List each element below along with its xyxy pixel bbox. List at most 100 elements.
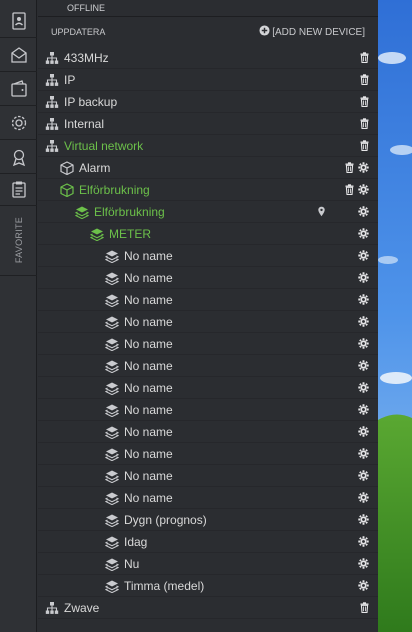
gear-icon[interactable] (358, 382, 369, 393)
gear-icon[interactable] (358, 470, 369, 481)
icon-rail: FAVORITE (0, 0, 37, 632)
tree-row[interactable]: Dygn (prognos) (38, 509, 378, 531)
tree-row[interactable]: No name (38, 311, 378, 333)
tree-row[interactable]: No name (38, 465, 378, 487)
layers-icon (105, 337, 119, 351)
mail-icon[interactable] (0, 38, 37, 72)
tree-row-label: Zwave (64, 601, 100, 615)
tree-row[interactable]: No name (38, 487, 378, 509)
tree-row-label: No name (124, 425, 173, 439)
gear-icon[interactable] (358, 250, 369, 261)
background-landscape (378, 0, 412, 632)
gear-icon[interactable] (358, 206, 369, 217)
tree-row[interactable]: No name (38, 399, 378, 421)
gear-icon[interactable] (358, 294, 369, 305)
contacts-icon[interactable] (0, 4, 37, 38)
trash-icon[interactable] (344, 184, 355, 195)
tree-row-label: IP (64, 73, 76, 87)
tree-row-label: 433MHz (64, 51, 109, 65)
tree-row[interactable]: METER (38, 223, 378, 245)
tree-row[interactable]: No name (38, 267, 378, 289)
add-device-button[interactable]: [ADD NEW DEVICE] (259, 25, 365, 39)
network-icon (45, 117, 59, 131)
tree-row-label: No name (124, 315, 173, 329)
tree-row[interactable]: IP backup (38, 91, 378, 113)
layers-icon (105, 491, 119, 505)
layers-icon (105, 425, 119, 439)
gear-icon[interactable] (358, 338, 369, 349)
trash-icon[interactable] (359, 140, 370, 151)
tree-row[interactable]: Alarm (38, 157, 378, 179)
layers-icon (105, 359, 119, 373)
tree-row-label: IP backup (64, 95, 118, 109)
tree-row[interactable]: No name (38, 443, 378, 465)
tree-row[interactable]: Virtual network (38, 135, 378, 157)
network-icon (45, 51, 59, 65)
tree-row[interactable]: 433MHz (38, 47, 378, 69)
tree-row-label: No name (124, 469, 173, 483)
layers-icon (105, 513, 119, 527)
favorite-tab[interactable]: FAVORITE (0, 204, 37, 276)
tree-row-label: No name (124, 293, 173, 307)
trash-icon[interactable] (359, 118, 370, 129)
trash-icon[interactable] (359, 602, 370, 613)
layers-icon (105, 315, 119, 329)
tree-row[interactable]: No name (38, 355, 378, 377)
gear-icon[interactable] (358, 272, 369, 283)
tree-row-label: No name (124, 359, 173, 373)
gear-icon[interactable] (358, 316, 369, 327)
layers-icon (105, 249, 119, 263)
tree-row[interactable]: No name (38, 421, 378, 443)
tree-row-label: Elförbrukning (94, 205, 165, 219)
tree-row[interactable]: Internal (38, 113, 378, 135)
gear-icon[interactable] (358, 536, 369, 547)
tree-row[interactable]: IP (38, 69, 378, 91)
tree-row[interactable]: Zwave (38, 597, 378, 619)
device-panel: OFFLINE UPPDATERA [ADD NEW DEVICE] 433MH… (38, 0, 378, 632)
tree-row[interactable]: No name (38, 245, 378, 267)
gear-icon[interactable] (358, 184, 369, 195)
tree-row[interactable]: Timma (medel) (38, 575, 378, 597)
gear-icon[interactable] (358, 426, 369, 437)
network-icon (45, 139, 59, 153)
settings-icon[interactable] (0, 106, 37, 140)
tree-row-label: Dygn (prognos) (124, 513, 207, 527)
wallet-icon[interactable] (0, 72, 37, 106)
tree-row[interactable]: Elförbrukning (38, 179, 378, 201)
gear-icon[interactable] (358, 558, 369, 569)
gear-icon[interactable] (358, 404, 369, 415)
trash-icon[interactable] (359, 74, 370, 85)
tree-row-label: No name (124, 337, 173, 351)
trash-icon[interactable] (359, 52, 370, 63)
tree-row[interactable]: Idag (38, 531, 378, 553)
tree-row[interactable]: Nu (38, 553, 378, 575)
tree-row[interactable]: Elförbrukning (38, 201, 378, 223)
gear-icon[interactable] (358, 514, 369, 525)
trash-icon[interactable] (344, 162, 355, 173)
clipboard-icon[interactable] (0, 172, 37, 206)
add-device-label: [ADD NEW DEVICE] (272, 26, 365, 38)
layers-icon (105, 447, 119, 461)
layers-icon (105, 535, 119, 549)
cube-icon (60, 183, 74, 197)
panel-title: UPPDATERA (51, 27, 106, 37)
tree-row-label: No name (124, 271, 173, 285)
award-icon[interactable] (0, 140, 37, 174)
layers-icon (105, 557, 119, 571)
location-pin-icon[interactable] (316, 206, 327, 217)
tree-row[interactable]: No name (38, 333, 378, 355)
cube-icon (60, 161, 74, 175)
panel-header: UPPDATERA [ADD NEW DEVICE] (38, 18, 378, 44)
tree-row-label: Nu (124, 557, 140, 571)
gear-icon[interactable] (358, 228, 369, 239)
trash-icon[interactable] (359, 96, 370, 107)
gear-icon[interactable] (358, 492, 369, 503)
network-icon (45, 95, 59, 109)
tree-row[interactable]: No name (38, 289, 378, 311)
gear-icon[interactable] (358, 580, 369, 591)
gear-icon[interactable] (358, 360, 369, 371)
tree-row-label: No name (124, 447, 173, 461)
gear-icon[interactable] (358, 448, 369, 459)
gear-icon[interactable] (358, 162, 369, 173)
tree-row[interactable]: No name (38, 377, 378, 399)
